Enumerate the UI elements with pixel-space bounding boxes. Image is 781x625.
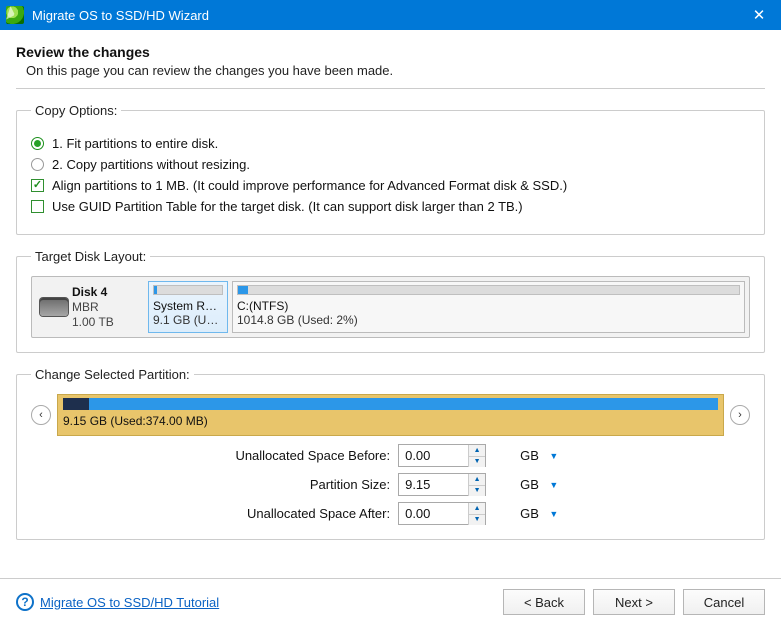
copy-options-legend: Copy Options: [31,103,121,118]
unalloc-after-value[interactable]: 0.00 [399,506,468,521]
partition-2[interactable]: C:(NTFS) 1014.8 GB (Used: 2%) [232,281,745,333]
next-button[interactable]: Next > [593,589,675,615]
shrink-left-button[interactable]: ‹ [31,405,51,425]
unalloc-after-input[interactable]: 0.00 ▲ ▼ [398,502,486,525]
disk-size: 1.00 TB [72,315,114,330]
unalloc-after-spin-up[interactable]: ▲ [469,503,485,514]
partition-2-label: C:(NTFS) [237,299,740,313]
selected-partition-used-segment [63,398,89,410]
disk-scheme: MBR [72,300,114,315]
radio-fit[interactable] [31,137,44,150]
change-selected-partition-legend: Change Selected Partition: [31,367,194,382]
partition-size-spin-up[interactable]: ▲ [469,474,485,485]
grow-right-button[interactable]: › [730,405,750,425]
unalloc-before-spin-down[interactable]: ▼ [469,456,485,467]
partition-size-unit-dropdown[interactable]: ▼ [545,476,563,494]
footer: ? Migrate OS to SSD/HD Tutorial < Back N… [0,578,781,625]
partition-1-usedbar [154,286,157,294]
partition-size-value[interactable]: 9.15 [399,477,468,492]
partition-1[interactable]: System Reserved 9.1 GB (Used: 4%) [148,281,228,333]
selected-partition-bar [63,398,718,410]
partition-size-input[interactable]: 9.15 ▲ ▼ [398,473,486,496]
unalloc-after-label: Unallocated Space After: [212,506,392,521]
disk-info: Disk 4 MBR 1.00 TB [36,281,144,333]
unalloc-after-unit: GB [514,506,539,521]
partition-size-spin-down[interactable]: ▼ [469,485,485,496]
unalloc-before-value[interactable]: 0.00 [399,448,468,463]
option-align-row[interactable]: Align partitions to 1 MB. (It could impr… [31,178,750,193]
unalloc-before-spin-up[interactable]: ▲ [469,445,485,456]
disk-icon [40,298,68,316]
option-noresize-row[interactable]: 2. Copy partitions without resizing. [31,157,750,172]
partition-2-usedbar [238,286,248,294]
tutorial-link[interactable]: Migrate OS to SSD/HD Tutorial [40,595,219,610]
option-fit-row[interactable]: 1. Fit partitions to entire disk. [31,136,750,151]
divider [16,88,765,89]
checkbox-align[interactable] [31,179,44,192]
partition-2-size: 1014.8 GB (Used: 2%) [237,313,740,327]
target-disk-layout-group: Target Disk Layout: Disk 4 MBR 1.00 TB S… [16,249,765,353]
cancel-button[interactable]: Cancel [683,589,765,615]
disk-layout-box: Disk 4 MBR 1.00 TB System Reserved 9.1 G… [31,276,750,338]
page-heading: Review the changes On this page you can … [16,44,765,78]
title-bar: Migrate OS to SSD/HD Wizard ✕ [0,0,781,30]
option-guid-label: Use GUID Partition Table for the target … [52,199,523,214]
unalloc-before-label: Unallocated Space Before: [212,448,392,463]
checkbox-guid[interactable] [31,200,44,213]
partition-1-label: System Reserved [153,299,223,313]
option-fit-label: 1. Fit partitions to entire disk. [52,136,218,151]
option-guid-row[interactable]: Use GUID Partition Table for the target … [31,199,750,214]
app-icon [6,6,24,24]
target-disk-layout-legend: Target Disk Layout: [31,249,150,264]
unalloc-after-spin-down[interactable]: ▼ [469,514,485,525]
close-button[interactable]: ✕ [745,1,773,29]
back-button[interactable]: < Back [503,589,585,615]
help-icon[interactable]: ? [16,593,34,611]
option-align-label: Align partitions to 1 MB. (It could impr… [52,178,567,193]
unalloc-before-unit-dropdown[interactable]: ▼ [545,447,563,465]
page-title: Review the changes [16,44,765,60]
unalloc-before-input[interactable]: 0.00 ▲ ▼ [398,444,486,467]
selected-partition-caption: 9.15 GB (Used:374.00 MB) [63,414,718,428]
unalloc-before-unit: GB [514,448,539,463]
change-selected-partition-group: Change Selected Partition: ‹ 9.15 GB (Us… [16,367,765,540]
partition-size-unit: GB [514,477,539,492]
selected-partition-slider[interactable]: 9.15 GB (Used:374.00 MB) [57,394,724,436]
option-noresize-label: 2. Copy partitions without resizing. [52,157,250,172]
partition-size-label: Partition Size: [212,477,392,492]
disk-name: Disk 4 [72,285,114,300]
unalloc-after-unit-dropdown[interactable]: ▼ [545,505,563,523]
window-title: Migrate OS to SSD/HD Wizard [32,8,745,23]
page-subtitle: On this page you can review the changes … [16,63,765,78]
partition-1-size: 9.1 GB (Used: 4%) [153,313,223,327]
copy-options-group: Copy Options: 1. Fit partitions to entir… [16,103,765,235]
radio-noresize[interactable] [31,158,44,171]
